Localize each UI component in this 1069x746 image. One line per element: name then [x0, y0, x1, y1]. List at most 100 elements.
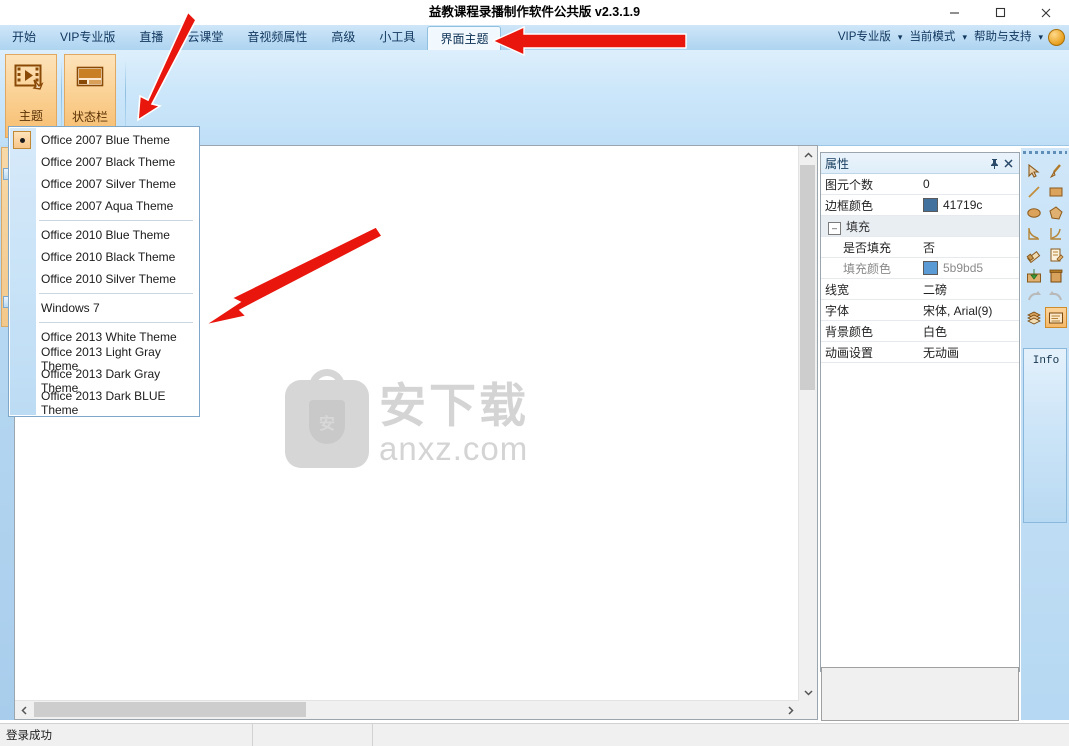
scroll-down-button[interactable]: [799, 683, 817, 701]
layers-icon[interactable]: [1023, 307, 1045, 328]
theme-menu-item[interactable]: Office 2007 Aqua Theme: [9, 195, 199, 217]
theme-dropdown-menu[interactable]: Office 2007 Blue Theme Office 2007 Black …: [8, 126, 200, 417]
ribbon-tab-6[interactable]: 小工具: [367, 25, 427, 50]
ribbon-tab-5[interactable]: 高级: [319, 25, 367, 50]
canvas-horizontal-scrollbar[interactable]: [15, 700, 799, 719]
ribbon-tab-strip: 开始 VIP专业版 直播 云课堂 音视频属性 高级 小工具 界面主题 VIP专业版 ▾ 当前模式 ▾…: [0, 25, 1069, 51]
property-row[interactable]: 动画设置 无动画: [821, 342, 1019, 363]
property-value[interactable]: 5b9bd5: [921, 261, 1019, 275]
theme-menu-item[interactable]: Office 2010 Black Theme: [9, 246, 199, 268]
ellipse-icon[interactable]: [1023, 202, 1045, 223]
watermark-shield-char: 安: [309, 399, 345, 444]
cursor-select-icon[interactable]: [1023, 160, 1045, 181]
property-value[interactable]: 无动画: [921, 344, 1019, 361]
help-orb-icon[interactable]: [1048, 29, 1065, 46]
info-tab[interactable]: Info: [1023, 348, 1067, 523]
color-hex-text: 41719c: [943, 198, 983, 212]
redo-icon[interactable]: [1023, 286, 1045, 307]
property-row[interactable]: 背景颜色 白色: [821, 321, 1019, 342]
theme-menu-item[interactable]: Office 2010 Silver Theme: [9, 268, 199, 290]
property-row[interactable]: 图元个数 0: [821, 174, 1019, 195]
property-row[interactable]: 填充颜色 5b9bd5: [821, 258, 1019, 279]
application-window: 益教课程录播制作软件公共版 v2.3.1.9 开始 VIP专业版 直播 云课堂 音视频属…: [0, 0, 1069, 746]
color-hex-text: 5b9bd5: [943, 261, 984, 275]
property-value[interactable]: 宋体, Arial(9): [921, 302, 1019, 319]
palette-drag-handle[interactable]: [1023, 150, 1067, 156]
color-swatch[interactable]: [923, 261, 938, 275]
window-controls: [931, 0, 1069, 25]
rectangle-icon[interactable]: [1045, 181, 1067, 202]
tool-grid: [1023, 160, 1067, 328]
property-value[interactable]: 41719c: [921, 198, 1019, 212]
whiteboard-icon[interactable]: [1045, 307, 1067, 328]
page-edit-icon[interactable]: [1045, 244, 1067, 265]
import-icon[interactable]: [1023, 265, 1045, 286]
close-icon[interactable]: [1001, 156, 1015, 170]
collapse-expander-icon[interactable]: –: [828, 221, 841, 235]
property-row[interactable]: 是否填充 否: [821, 237, 1019, 258]
scroll-left-button[interactable]: [15, 701, 33, 719]
canvas-vertical-scrollbar[interactable]: [798, 146, 817, 701]
vertical-scroll-thumb[interactable]: [800, 165, 815, 390]
chevron-down-icon-1[interactable]: ▾: [960, 32, 969, 43]
property-name: 背景颜色: [825, 324, 874, 339]
statusbar-button-label: 状态栏: [71, 110, 108, 124]
theme-menu-item[interactable]: Office 2007 Black Theme: [9, 151, 199, 173]
ribbon-tab-1[interactable]: VIP专业版: [48, 25, 127, 50]
theme-menu-item-label: Office 2007 Silver Theme: [41, 177, 176, 191]
horizontal-scroll-thumb[interactable]: [34, 702, 306, 717]
chevron-down-icon-2[interactable]: ▾: [1036, 32, 1045, 43]
menu-separator: [39, 293, 193, 294]
polygon-icon[interactable]: [1045, 202, 1067, 223]
scroll-up-button[interactable]: [799, 146, 817, 164]
ribbon-tab-4[interactable]: 音视频属性: [235, 25, 319, 50]
title-bar: 益教课程录播制作软件公共版 v2.3.1.9: [0, 0, 1069, 25]
ribbon-tab-3[interactable]: 云课堂: [175, 25, 235, 50]
property-row[interactable]: 边框颜色 41719c: [821, 195, 1019, 216]
theme-menu-item-label: Office 2013 White Theme: [41, 330, 177, 344]
eraser-icon[interactable]: [1023, 244, 1045, 265]
ribbon-tab-0[interactable]: 开始: [0, 25, 48, 50]
trash-icon[interactable]: [1045, 265, 1067, 286]
status-bar: 登录成功: [0, 723, 1069, 746]
theme-menu-item[interactable]: Office 2010 Blue Theme: [9, 224, 199, 246]
status-message: 登录成功: [0, 724, 253, 746]
property-value[interactable]: 否: [921, 239, 1019, 256]
ribbon-right-item-2[interactable]: 帮助与支持: [969, 25, 1037, 50]
maximize-button[interactable]: [977, 0, 1023, 25]
theme-menu-item[interactable]: Office 2013 Dark BLUE Theme: [9, 389, 199, 417]
scrollbar-corner: [799, 701, 817, 719]
line-icon[interactable]: [1023, 181, 1045, 202]
brush-icon[interactable]: [1045, 160, 1067, 181]
undo-icon[interactable]: [1045, 286, 1067, 307]
property-value[interactable]: 0: [921, 177, 1019, 191]
property-name: 是否填充: [843, 240, 892, 255]
curve-left-icon[interactable]: [1023, 223, 1045, 244]
property-row[interactable]: 字体 宋体, Arial(9): [821, 300, 1019, 321]
theme-menu-item[interactable]: Windows 7: [9, 297, 199, 319]
info-tab-label: Info: [1032, 355, 1060, 367]
theme-menu-item[interactable]: Office 2007 Blue Theme: [9, 129, 199, 151]
preview-panel[interactable]: [821, 667, 1019, 721]
property-row[interactable]: – 填充: [821, 216, 1019, 237]
ribbon-tab-2[interactable]: 直播: [127, 25, 175, 50]
chevron-down-icon-0[interactable]: ▾: [896, 32, 905, 43]
color-swatch[interactable]: [923, 198, 938, 212]
property-name: – 填充: [821, 218, 921, 235]
properties-header: 属性: [821, 153, 1019, 174]
ribbon-tab-7[interactable]: 界面主题: [427, 26, 502, 51]
ribbon-right-item-0[interactable]: VIP专业版: [833, 25, 896, 50]
scroll-right-button[interactable]: [781, 701, 799, 719]
theme-menu-item[interactable]: Office 2007 Silver Theme: [9, 173, 199, 195]
close-button[interactable]: [1023, 0, 1069, 25]
minimize-button[interactable]: [931, 0, 977, 25]
property-value[interactable]: 二磅: [921, 281, 1019, 298]
property-value[interactable]: 白色: [921, 323, 1019, 340]
theme-button-label: 主题: [18, 109, 43, 123]
ribbon-right-item-1[interactable]: 当前模式: [904, 25, 960, 50]
radio-dot: [19, 137, 25, 143]
status-cell-2: [253, 724, 373, 746]
property-row[interactable]: 线宽 二磅: [821, 279, 1019, 300]
curve-right-icon[interactable]: [1045, 223, 1067, 244]
pin-icon[interactable]: [987, 156, 1001, 170]
